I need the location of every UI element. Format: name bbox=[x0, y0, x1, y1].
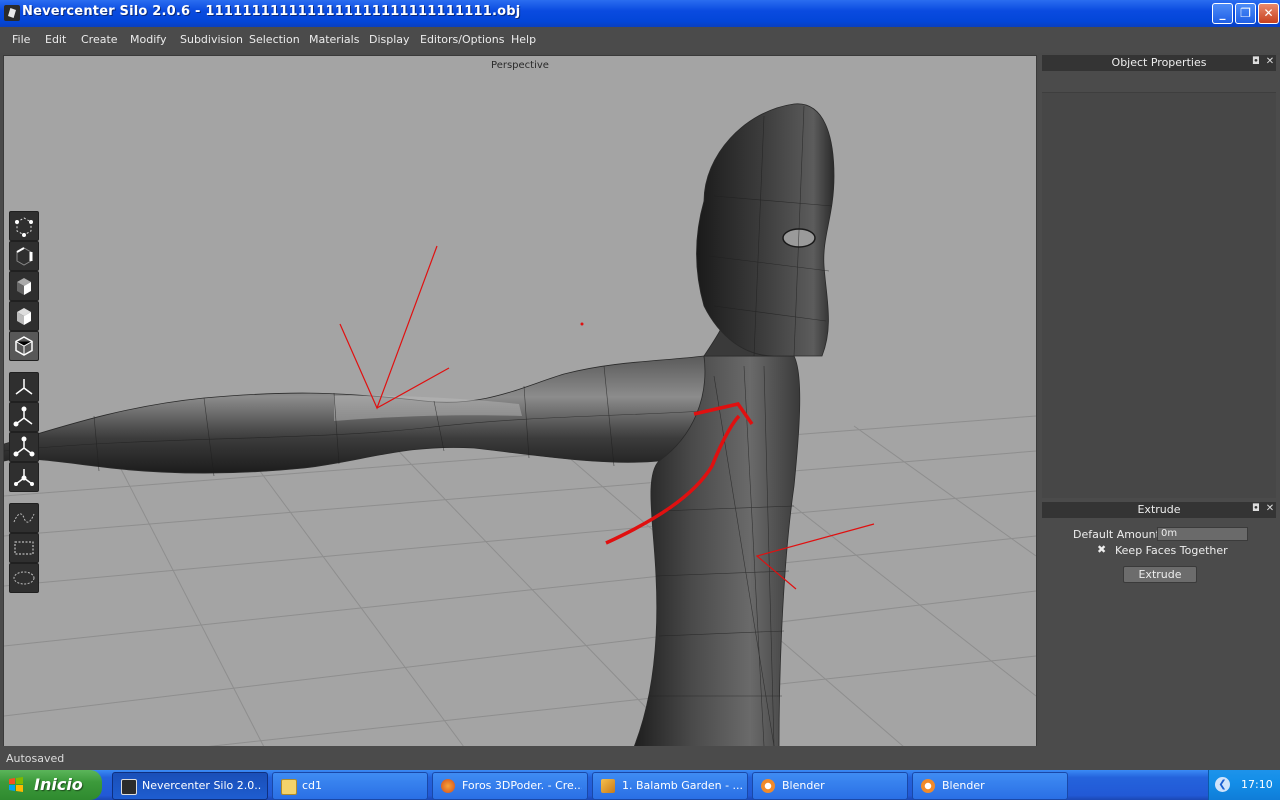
universal-manipulator-icon[interactable] bbox=[9, 462, 39, 492]
taskbar-item-cd1[interactable]: cd1 bbox=[272, 772, 428, 800]
panel-float-icon[interactable]: ◘ bbox=[1250, 56, 1262, 68]
taskbar-item-winamp[interactable]: 1. Balamb Garden - ... bbox=[592, 772, 748, 800]
task-label: Blender bbox=[942, 779, 985, 792]
minimize-button[interactable]: _ bbox=[1212, 3, 1233, 24]
extrude-button[interactable]: Extrude bbox=[1123, 566, 1197, 583]
panel-close-icon[interactable]: ✕ bbox=[1264, 56, 1276, 68]
folder-icon bbox=[281, 779, 297, 795]
rotate-manipulator-icon[interactable] bbox=[9, 402, 39, 432]
silo-icon bbox=[121, 779, 137, 795]
task-label: cd1 bbox=[302, 779, 323, 792]
rectangle-select-icon[interactable] bbox=[9, 533, 39, 563]
taskbar-item-blender-2[interactable]: Blender bbox=[912, 772, 1068, 800]
taskbar: Inicio Nevercenter Silo 2.0.... cd1 Foro… bbox=[0, 770, 1280, 800]
restore-button[interactable]: ❐ bbox=[1235, 3, 1256, 24]
task-label: Foros 3DPoder. - Cre... bbox=[462, 779, 582, 792]
task-label: Nevercenter Silo 2.0.... bbox=[142, 779, 262, 792]
perspective-viewport[interactable]: Perspective bbox=[3, 55, 1037, 748]
tray-expand-icon[interactable]: ❮ bbox=[1215, 777, 1230, 792]
mesh-head bbox=[696, 103, 835, 357]
default-amount-label: Default Amount bbox=[1073, 528, 1160, 541]
menu-help[interactable]: Help bbox=[511, 33, 536, 46]
edge-select-icon[interactable] bbox=[9, 241, 39, 271]
taskbar-item-firefox[interactable]: Foros 3DPoder. - Cre... bbox=[432, 772, 588, 800]
close-button[interactable]: ✕ bbox=[1258, 3, 1279, 24]
menu-materials[interactable]: Materials bbox=[309, 33, 359, 46]
status-bar: Autosaved bbox=[0, 746, 1280, 770]
title-bar: Nevercenter Silo 2.0.6 - 111111111111111… bbox=[0, 0, 1280, 27]
blender-icon bbox=[921, 779, 935, 793]
right-panel: Object Properties ◘ ✕ Extrude ◘ ✕ Defaul… bbox=[1039, 55, 1280, 746]
scale-manipulator-icon[interactable] bbox=[9, 432, 39, 462]
menu-bar: File Edit Create Modify Subdivision Sele… bbox=[0, 27, 1280, 53]
object-select-icon[interactable] bbox=[9, 301, 39, 331]
system-tray: ❮ 17:10 bbox=[1208, 770, 1280, 800]
vertex-select-icon[interactable] bbox=[9, 211, 39, 241]
move-manipulator-icon[interactable] bbox=[9, 372, 39, 402]
scene-canvas bbox=[4, 103, 1036, 747]
firefox-icon bbox=[441, 779, 455, 793]
menu-subdivision[interactable]: Subdivision bbox=[180, 33, 243, 46]
lasso-select-icon[interactable] bbox=[9, 503, 39, 533]
status-text: Autosaved bbox=[6, 752, 65, 765]
task-label: Blender bbox=[782, 779, 825, 792]
keep-faces-checkbox[interactable]: ✖ bbox=[1097, 543, 1106, 556]
taskbar-item-blender-1[interactable]: Blender bbox=[752, 772, 908, 800]
polygon-select-icon[interactable] bbox=[9, 331, 39, 361]
menu-editors-options[interactable]: Editors/Options bbox=[420, 33, 504, 46]
blender-icon bbox=[761, 779, 775, 793]
object-properties-title: Object Properties bbox=[1111, 56, 1207, 69]
start-label: Inicio bbox=[34, 775, 83, 794]
menu-modify[interactable]: Modify bbox=[130, 33, 166, 46]
task-label: 1. Balamb Garden - ... bbox=[622, 779, 742, 792]
menu-selection[interactable]: Selection bbox=[249, 33, 300, 46]
object-properties-header: Object Properties ◘ ✕ bbox=[1042, 55, 1276, 71]
window-title: Nevercenter Silo 2.0.6 - 111111111111111… bbox=[22, 4, 521, 19]
viewport-label: Perspective bbox=[491, 60, 549, 71]
silo-app-icon[interactable] bbox=[4, 5, 20, 21]
menu-edit[interactable]: Edit bbox=[45, 33, 66, 46]
menu-file[interactable]: File bbox=[12, 33, 30, 46]
object-properties-body bbox=[1042, 92, 1276, 498]
annotation-dot bbox=[580, 322, 584, 326]
extrude-header: Extrude ◘ ✕ bbox=[1042, 502, 1276, 518]
panel-float-icon[interactable]: ◘ bbox=[1250, 503, 1262, 515]
ellipse-select-icon[interactable] bbox=[9, 563, 39, 593]
annotation-arrow-left bbox=[339, 245, 450, 410]
winamp-icon bbox=[601, 779, 615, 793]
windows-logo-icon bbox=[9, 777, 23, 792]
menu-create[interactable]: Create bbox=[81, 33, 118, 46]
default-amount-field[interactable]: 0m bbox=[1157, 527, 1248, 541]
start-button[interactable]: Inicio bbox=[0, 770, 102, 800]
face-select-icon[interactable] bbox=[9, 271, 39, 301]
panel-close-icon[interactable]: ✕ bbox=[1264, 503, 1276, 515]
extrude-title: Extrude bbox=[1137, 503, 1181, 516]
menu-display[interactable]: Display bbox=[369, 33, 410, 46]
clock[interactable]: 17:10 bbox=[1241, 778, 1273, 791]
taskbar-item-silo[interactable]: Nevercenter Silo 2.0.... bbox=[112, 772, 268, 800]
keep-faces-label: Keep Faces Together bbox=[1115, 544, 1228, 557]
